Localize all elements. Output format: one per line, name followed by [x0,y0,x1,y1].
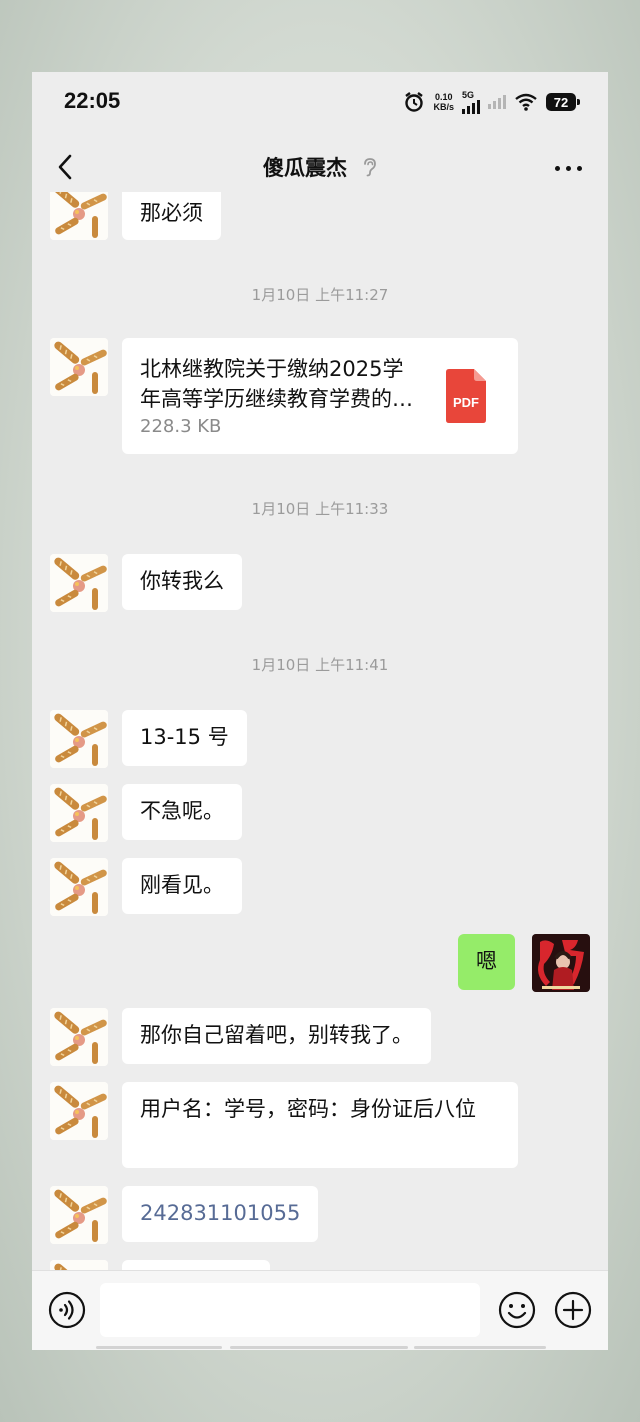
message-bubble-partial[interactable] [122,1260,270,1270]
chat-area[interactable]: 那必须 1月10日 上午11:27 北林继教院关于缴纳2025学年高等学历继续教… [32,192,608,1270]
sent-message-bubble[interactable]: 嗯 [458,934,515,990]
contact-avatar[interactable] [50,192,108,240]
message-bubble[interactable]: 刚看见。 [122,858,242,914]
message-bubble-number[interactable]: 242831101055 [122,1186,319,1242]
alarm-icon [405,92,424,112]
emoji-icon[interactable] [498,1291,536,1329]
message-bubble[interactable]: 13-15 号 [122,710,247,766]
message-bubble[interactable]: 那你自己留着吧，别转我了。 [122,1008,431,1064]
chat-title-wrap: 傻瓜震杰 [32,152,608,182]
contact-avatar[interactable] [50,554,108,612]
network-label: 5G [462,89,475,100]
home-indicator-mid [230,1346,408,1349]
timestamp: 1月10日 上午11:33 [251,500,389,518]
timestamp: 1月10日 上午11:27 [251,286,389,304]
wifi-icon [515,93,537,111]
contact-avatar[interactable] [50,710,108,768]
contact-avatar[interactable] [50,858,108,916]
battery-icon: 72 [546,93,580,111]
message-bubble[interactable]: 用户名：学号，密码：身份证后八位 [122,1082,518,1168]
message-bubble[interactable]: 那必须 [122,192,221,240]
ear-icon [364,158,376,177]
more-dots-icon[interactable] [555,166,582,171]
contact-avatar[interactable] [50,1008,108,1066]
chat-header: 傻瓜震杰 [32,134,608,198]
message-bubble[interactable]: 你转我么 [122,554,242,610]
home-indicator-right [414,1346,546,1349]
status-time: 22:05 [64,88,121,113]
contact-avatar[interactable] [50,784,108,842]
file-name: 北林继教院关于缴纳2025学年高等学历继续教育学费的通知 [140,357,413,411]
net-speed: 0.10 KB/s [433,92,454,112]
file-message-card[interactable]: 北林继教院关于缴纳2025学年高等学历继续教育学费的通知 228.3 KB PD… [122,338,518,454]
message-bubble[interactable]: 不急呢。 [122,784,242,840]
phone-screen: 22:05 0.10 KB/s 5G 72 傻瓜震杰 那必须 1月10日 上午1… [32,72,608,1350]
signal-bars-secondary-icon [488,95,506,109]
plus-icon[interactable] [554,1291,592,1329]
chat-title: 傻瓜震杰 [263,156,347,180]
net-speed-unit: KB/s [433,102,454,112]
input-bar [32,1270,608,1350]
net-speed-value: 0.10 [434,92,453,102]
timestamp: 1月10日 上午11:41 [251,656,389,674]
contact-avatar[interactable] [50,1082,108,1140]
my-avatar[interactable] [532,934,590,992]
contact-avatar[interactable] [50,1186,108,1244]
status-bar: 22:05 0.10 KB/s 5G 72 [32,72,608,132]
home-indicator-left [96,1346,222,1349]
voice-icon[interactable] [48,1291,86,1329]
signal-bars-icon [462,99,480,114]
pdf-icon: PDF [446,369,486,423]
message-input[interactable] [100,1283,480,1337]
contact-avatar[interactable] [50,1260,108,1270]
contact-avatar[interactable] [50,338,108,396]
pdf-label: PDF [453,395,479,410]
signal-5g: 5G [462,89,480,114]
status-icons: 0.10 KB/s 5G 72 [403,88,580,116]
